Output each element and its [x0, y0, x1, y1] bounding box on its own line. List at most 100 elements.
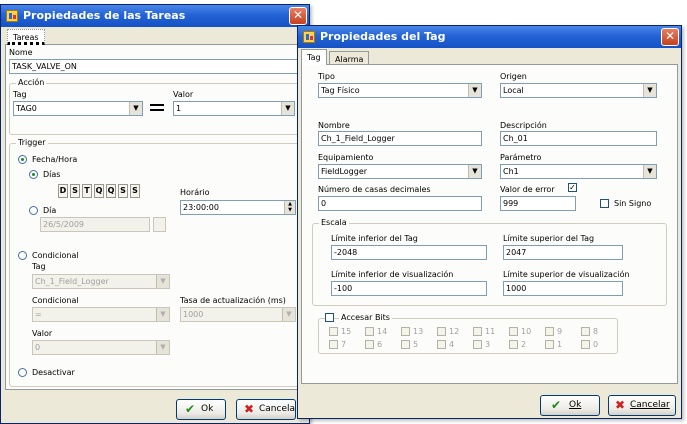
cond-value-select[interactable]: 0 ▼: [32, 340, 170, 355]
bit-label: 0: [593, 340, 599, 349]
bit-checkbox[interactable]: 5: [401, 340, 433, 350]
time-spinner[interactable]: ▲ ▼: [284, 201, 295, 214]
condition-select[interactable]: = ▼: [32, 307, 170, 322]
bit-checkbox[interactable]: 6: [365, 340, 397, 350]
cond-tag-value: Ch_1_Field_Logger: [35, 277, 109, 286]
bit-checkbox[interactable]: 11: [473, 327, 505, 337]
time-value: 23:00:00: [183, 203, 219, 212]
action-value-select[interactable]: 1 ▼: [173, 101, 295, 116]
bit-check[interactable]: [329, 327, 338, 336]
bit-checkbox[interactable]: 9: [545, 327, 577, 337]
weekday-button[interactable]: S: [118, 184, 128, 198]
parameter-select[interactable]: Ch1 ▼: [500, 164, 657, 179]
view-max-field[interactable]: 1000: [503, 281, 623, 296]
weekday-button[interactable]: Q: [94, 184, 104, 198]
origin-select[interactable]: Local ▼: [500, 83, 657, 98]
bit-checkbox[interactable]: 13: [401, 327, 433, 337]
days-radio[interactable]: [29, 170, 38, 179]
action-tag-select[interactable]: TAG0 ▼: [13, 101, 143, 116]
bit-checkbox[interactable]: 0: [581, 340, 613, 350]
tab-alarma[interactable]: Alarma: [329, 51, 370, 65]
date-field[interactable]: 26/5/2009: [40, 217, 150, 232]
tab-tareas[interactable]: Tareas: [7, 29, 45, 45]
days-label: Días: [43, 170, 61, 179]
view-min-field[interactable]: -100: [331, 281, 487, 296]
bit-check[interactable]: [509, 340, 518, 349]
chevron-down-icon[interactable]: ▼: [281, 102, 294, 115]
bit-check[interactable]: [473, 327, 482, 336]
chevron-down-icon[interactable]: ▼: [468, 165, 481, 178]
time-field[interactable]: 23:00:00 ▲ ▼: [180, 200, 296, 215]
tab-tag[interactable]: Tag: [301, 49, 327, 65]
cancel-button[interactable]: ✖ Cancelar: [608, 395, 676, 416]
tag-max-field[interactable]: 2047: [503, 245, 623, 260]
bit-checkbox[interactable]: 8: [581, 327, 613, 337]
bit-checkbox[interactable]: 15: [329, 327, 361, 337]
rate-select[interactable]: 1000 ▼: [180, 307, 296, 322]
calendar-button[interactable]: [153, 217, 166, 232]
weekday-button[interactable]: T: [82, 184, 92, 198]
task-name-field[interactable]: TASK_VALVE_ON: [9, 59, 301, 74]
weekday-button[interactable]: Q: [106, 184, 116, 198]
bit-checkbox[interactable]: 14: [365, 327, 397, 337]
bit-checkbox[interactable]: 12: [437, 327, 469, 337]
bit-check[interactable]: [437, 327, 446, 336]
day-radio[interactable]: [29, 206, 38, 215]
access-bits-checkbox[interactable]: [325, 313, 334, 322]
bit-check[interactable]: [401, 327, 410, 336]
scale-group-title: Escala: [319, 218, 349, 228]
bit-check[interactable]: [581, 340, 590, 349]
day-label: Día: [43, 206, 57, 215]
close-icon[interactable]: ✕: [661, 28, 679, 46]
tasks-window-titlebar[interactable]: Propiedades de las Tareas: [1, 5, 309, 27]
weekday-button[interactable]: D: [58, 184, 68, 198]
bit-checkbox[interactable]: 4: [437, 340, 469, 350]
datetime-radio[interactable]: [18, 155, 27, 164]
chevron-down-icon[interactable]: ▼: [129, 102, 142, 115]
bit-check[interactable]: [365, 340, 374, 349]
conditional-radio[interactable]: [18, 251, 27, 260]
tag-window-titlebar[interactable]: Propiedades del Tag: [298, 26, 681, 48]
bit-checkbox[interactable]: 1: [545, 340, 577, 350]
origin-label: Origen: [500, 72, 527, 81]
deactivate-radio[interactable]: [18, 368, 27, 377]
chevron-down-icon[interactable]: ▼: [156, 341, 169, 354]
bit-label: 4: [449, 340, 455, 349]
error-value-field[interactable]: 999: [500, 196, 576, 211]
ok-button[interactable]: ✔ Ok: [540, 395, 600, 416]
bit-check[interactable]: [329, 340, 338, 349]
error-value-checkbox[interactable]: ✓: [568, 183, 577, 192]
bit-checkbox[interactable]: 7: [329, 340, 361, 350]
weekday-button[interactable]: S: [130, 184, 140, 198]
close-icon[interactable]: ✕: [289, 7, 307, 25]
chevron-down-icon[interactable]: ▼: [156, 275, 169, 288]
x-icon: ✖: [615, 398, 626, 412]
bit-checkbox[interactable]: 3: [473, 340, 505, 350]
type-select[interactable]: Tag Físico ▼: [318, 83, 482, 98]
chevron-down-icon[interactable]: ▼: [282, 308, 295, 321]
chevron-down-icon[interactable]: ▼: [643, 84, 656, 97]
bit-check[interactable]: [581, 327, 590, 336]
action-value-value: 1: [176, 104, 182, 113]
bit-check[interactable]: [437, 340, 446, 349]
bit-check[interactable]: [509, 327, 518, 336]
bit-check[interactable]: [545, 327, 554, 336]
chevron-down-icon[interactable]: ▼: [643, 165, 656, 178]
chevron-down-icon[interactable]: ▼: [468, 84, 481, 97]
bit-check[interactable]: [401, 340, 410, 349]
bit-checkbox[interactable]: 10: [509, 327, 541, 337]
chevron-down-icon[interactable]: ▼: [156, 308, 169, 321]
weekday-button[interactable]: S: [70, 184, 80, 198]
bit-checkbox[interactable]: 2: [509, 340, 541, 350]
description-field[interactable]: Ch_01: [500, 131, 657, 146]
bit-check[interactable]: [365, 327, 374, 336]
unsigned-checkbox[interactable]: [600, 199, 609, 208]
cond-tag-select[interactable]: Ch_1_Field_Logger ▼: [32, 274, 170, 289]
decimals-field[interactable]: 0: [318, 196, 482, 211]
bit-label: 14: [377, 327, 388, 336]
tag-name-field[interactable]: Ch_1_Field_Logger: [318, 131, 482, 146]
bit-check[interactable]: [473, 340, 482, 349]
equipment-select[interactable]: FieldLogger ▼: [318, 164, 482, 179]
bit-check[interactable]: [545, 340, 554, 349]
tag-min-field[interactable]: -2048: [331, 245, 487, 260]
